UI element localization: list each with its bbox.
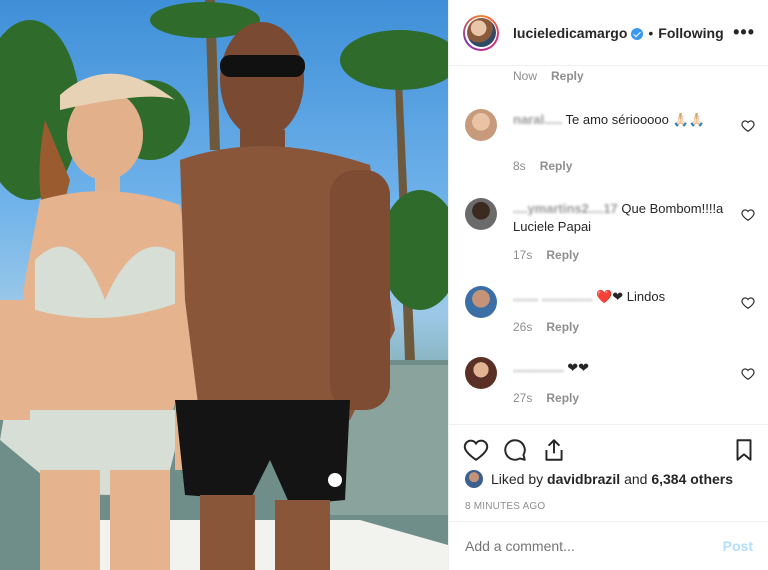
commenter-username[interactable]: .............. [513,360,564,375]
like-comment-heart-icon[interactable] [741,208,755,222]
commenter-avatar[interactable] [465,109,497,141]
profile-avatar[interactable] [463,14,499,51]
comment-text: Te amo sériooooo 🙏🏻🙏🏻 [565,112,705,127]
reply-button[interactable]: Reply [546,248,579,262]
more-horizontal-icon[interactable]: ••• [733,22,755,43]
comments-list[interactable]: Now Reply naral..... Te amo sériooooo 🙏🏻🙏… [449,67,768,424]
post-photo[interactable] [0,0,448,570]
liked-by-avatar[interactable] [465,470,483,488]
bookmark-icon[interactable] [731,437,757,463]
comment-time: 8s [513,159,526,173]
heart-icon[interactable] [463,437,489,463]
like-comment-heart-icon[interactable] [741,119,755,133]
commenter-username[interactable]: ....... .............. [513,289,592,304]
share-icon[interactable] [541,437,567,463]
comment-time: Now [513,69,538,83]
liked-by-user[interactable]: davidbrazil [547,471,620,487]
liked-by-suffix: and [624,471,648,487]
reply-button[interactable]: Reply [551,69,584,83]
following-button[interactable]: Following [658,25,723,41]
commenter-username[interactable]: ....ymartins2....17 [513,201,618,216]
post-header: lucieledicamargo • Following ••• [449,0,768,66]
header-separator: • [648,24,654,41]
comment-input[interactable] [465,538,723,554]
comment-icon[interactable] [502,437,528,463]
add-comment-bar: Post [449,521,768,570]
post-side-panel: lucieledicamargo • Following ••• Now Repl… [448,0,768,570]
liked-by-summary: Liked by davidbrazil and 6,384 others [465,470,733,488]
commenter-username[interactable]: naral..... [513,112,562,127]
post-comment-button[interactable]: Post [723,538,753,554]
like-comment-heart-icon[interactable] [741,296,755,310]
comment-time: 27s [513,391,533,405]
likes-count[interactable]: 6,384 others [651,471,733,487]
comment-time: 26s [513,320,533,334]
reply-button[interactable]: Reply [546,391,579,405]
commenter-avatar[interactable] [465,286,497,318]
verified-badge-icon [631,27,644,40]
profile-username[interactable]: lucieledicamargo [513,25,627,41]
comment-text: ❤️❤ Lindos [596,289,666,304]
like-comment-heart-icon[interactable] [741,367,755,381]
comment-text: ❤❤ [567,360,589,375]
reply-button[interactable]: Reply [540,159,573,173]
liked-by-prefix: Liked by [491,471,544,487]
post-actions: Liked by davidbrazil and 6,384 others 8 … [449,424,768,520]
commenter-avatar[interactable] [465,198,497,230]
post-photo-illustration [0,0,448,570]
comment-time: 17s [513,248,533,262]
commenter-avatar[interactable] [465,357,497,389]
post-timestamp[interactable]: 8 MINUTES AGO [465,501,545,512]
reply-button[interactable]: Reply [546,320,579,334]
